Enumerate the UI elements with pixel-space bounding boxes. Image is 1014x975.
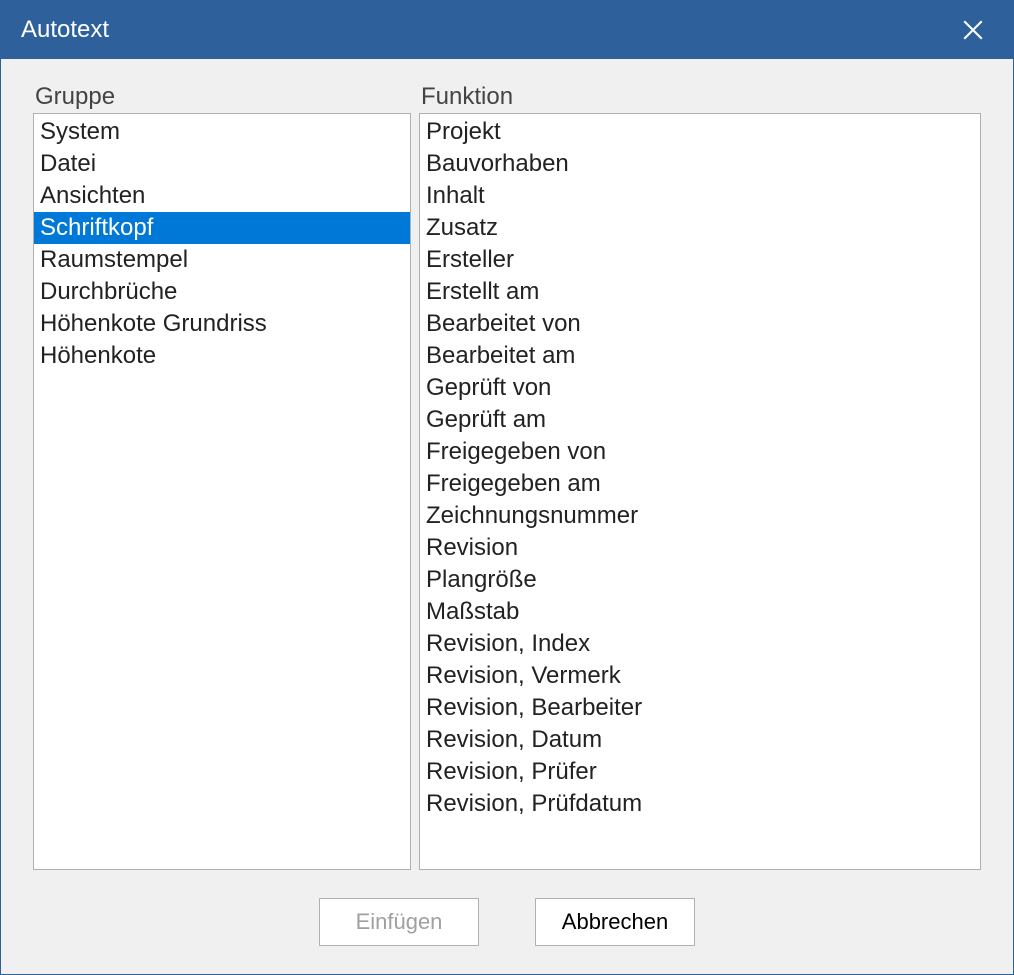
function-list-item[interactable]: Bearbeitet von [420, 308, 980, 340]
function-list-item[interactable]: Freigegeben von [420, 436, 980, 468]
group-listbox[interactable]: SystemDateiAnsichtenSchriftkopfRaumstemp… [33, 113, 411, 870]
dialog-content: Gruppe SystemDateiAnsichtenSchriftkopfRa… [1, 59, 1013, 974]
function-list-item[interactable]: Geprüft von [420, 372, 980, 404]
function-list-item[interactable]: Revision, Prüfdatum [420, 788, 980, 820]
function-list-item[interactable]: Revision, Datum [420, 724, 980, 756]
group-list-item[interactable]: Schriftkopf [34, 212, 410, 244]
group-list-item[interactable]: Durchbrüche [34, 276, 410, 308]
function-list-item[interactable]: Inhalt [420, 180, 980, 212]
group-column: Gruppe SystemDateiAnsichtenSchriftkopfRa… [33, 83, 411, 870]
function-list-item[interactable]: Zusatz [420, 212, 980, 244]
close-button[interactable] [953, 10, 993, 50]
function-list-item[interactable]: Zeichnungsnummer [420, 500, 980, 532]
group-list-item[interactable]: Ansichten [34, 180, 410, 212]
group-list-item[interactable]: Höhenkote Grundriss [34, 308, 410, 340]
function-list-item[interactable]: Maßstab [420, 596, 980, 628]
function-list-item[interactable]: Revision, Vermerk [420, 660, 980, 692]
function-column: Funktion ProjektBauvorhabenInhaltZusatzE… [419, 83, 981, 870]
autotext-dialog: Autotext Gruppe SystemDateiAnsichtenSchr… [0, 0, 1014, 975]
function-list-item[interactable]: Bauvorhaben [420, 148, 980, 180]
window-title: Autotext [21, 16, 109, 44]
function-list-item[interactable]: Revision, Prüfer [420, 756, 980, 788]
group-list-item[interactable]: System [34, 116, 410, 148]
function-list-item[interactable]: Erstellt am [420, 276, 980, 308]
titlebar: Autotext [1, 1, 1013, 59]
function-list-item[interactable]: Revision, Bearbeiter [420, 692, 980, 724]
button-row: Einfügen Abbrechen [33, 870, 981, 974]
columns: Gruppe SystemDateiAnsichtenSchriftkopfRa… [33, 83, 981, 870]
function-list-item[interactable]: Bearbeitet am [420, 340, 980, 372]
group-label: Gruppe [33, 83, 411, 111]
function-listbox[interactable]: ProjektBauvorhabenInhaltZusatzErstellerE… [419, 113, 981, 870]
function-list-item[interactable]: Revision [420, 532, 980, 564]
close-icon [963, 20, 983, 40]
group-list-item[interactable]: Höhenkote [34, 340, 410, 372]
function-list-item[interactable]: Freigegeben am [420, 468, 980, 500]
function-list-item[interactable]: Ersteller [420, 244, 980, 276]
function-label: Funktion [419, 83, 981, 111]
insert-button[interactable]: Einfügen [319, 898, 479, 946]
function-list-item[interactable]: Projekt [420, 116, 980, 148]
function-list-item[interactable]: Geprüft am [420, 404, 980, 436]
group-list-item[interactable]: Datei [34, 148, 410, 180]
function-list-item[interactable]: Plangröße [420, 564, 980, 596]
group-list-item[interactable]: Raumstempel [34, 244, 410, 276]
cancel-button[interactable]: Abbrechen [535, 898, 695, 946]
function-list-item[interactable]: Revision, Index [420, 628, 980, 660]
